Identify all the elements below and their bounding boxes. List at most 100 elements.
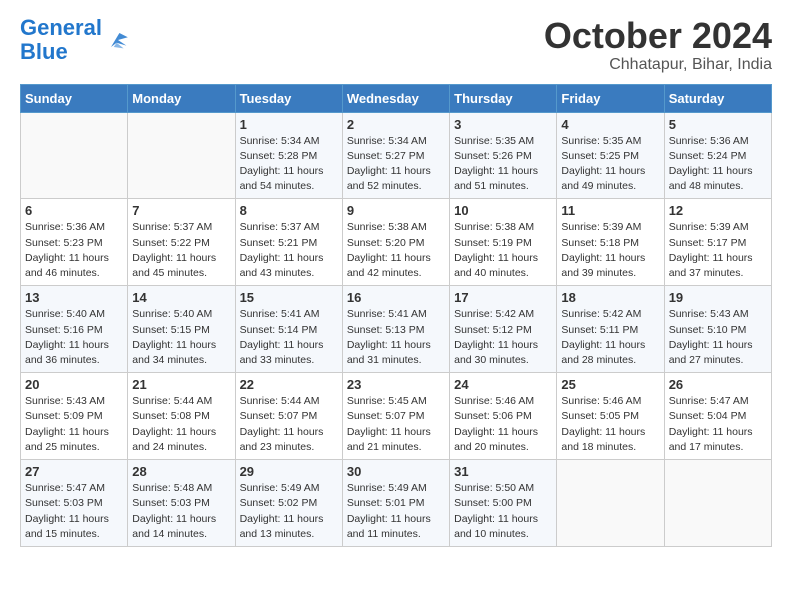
day-info: Sunrise: 5:34 AMSunset: 5:27 PMDaylight:… <box>347 134 445 195</box>
day-info: Sunrise: 5:47 AMSunset: 5:04 PMDaylight:… <box>669 394 767 455</box>
day-info: Sunrise: 5:34 AMSunset: 5:28 PMDaylight:… <box>240 134 338 195</box>
calendar-cell: 29 Sunrise: 5:49 AMSunset: 5:02 PMDayligh… <box>235 460 342 547</box>
day-number: 23 <box>347 377 445 392</box>
calendar-cell <box>557 460 664 547</box>
calendar-cell: 30Sunrise: 5:49 AMSunset: 5:01 PMDayligh… <box>342 460 449 547</box>
day-number: 5 <box>669 117 767 132</box>
day-number: 10 <box>454 203 552 218</box>
calendar-header: Sunday Monday Tuesday Wednesday Thursday… <box>21 84 772 112</box>
day-number: 9 <box>347 203 445 218</box>
col-monday: Monday <box>128 84 235 112</box>
day-info: Sunrise: 5:44 AMSunset: 5:08 PMDaylight:… <box>132 394 230 455</box>
day-number: 14 <box>132 290 230 305</box>
calendar-cell: 12 Sunrise: 5:39 AMSunset: 5:17 PMDayligh… <box>664 199 771 286</box>
calendar-cell <box>21 112 128 199</box>
day-number: 24 <box>454 377 552 392</box>
calendar-cell: 13 Sunrise: 5:40 AMSunset: 5:16 PMDayligh… <box>21 286 128 373</box>
day-info: Sunrise: 5:41 AMSunset: 5:14 PMDaylight:… <box>240 307 338 368</box>
day-info: Sunrise: 5:46 AMSunset: 5:06 PMDaylight:… <box>454 394 552 455</box>
day-number: 29 <box>240 464 338 479</box>
calendar-cell: 14 Sunrise: 5:40 AMSunset: 5:15 PMDayligh… <box>128 286 235 373</box>
day-info: Sunrise: 5:35 AMSunset: 5:25 PMDaylight:… <box>561 134 659 195</box>
header: General Blue October 2024 Chhatapur, Bih… <box>20 16 772 74</box>
calendar-cell: 19Sunrise: 5:43 AMSunset: 5:10 PMDayligh… <box>664 286 771 373</box>
calendar-cell: 17Sunrise: 5:42 AMSunset: 5:12 PMDayligh… <box>450 286 557 373</box>
calendar-cell: 10Sunrise: 5:38 AMSunset: 5:19 PMDayligh… <box>450 199 557 286</box>
day-number: 25 <box>561 377 659 392</box>
day-info: Sunrise: 5:36 AMSunset: 5:23 PMDaylight:… <box>25 220 123 281</box>
calendar-cell: 25 Sunrise: 5:46 AMSunset: 5:05 PMDayligh… <box>557 373 664 460</box>
page: General Blue October 2024 Chhatapur, Bih… <box>0 0 792 612</box>
calendar-cell: 2 Sunrise: 5:34 AMSunset: 5:27 PMDaylight… <box>342 112 449 199</box>
col-thursday: Thursday <box>450 84 557 112</box>
day-number: 18 <box>561 290 659 305</box>
logo-text: General Blue <box>20 16 102 64</box>
calendar-cell: 31Sunrise: 5:50 AMSunset: 5:00 PMDayligh… <box>450 460 557 547</box>
calendar-cell: 20Sunrise: 5:43 AMSunset: 5:09 PMDayligh… <box>21 373 128 460</box>
day-info: Sunrise: 5:36 AMSunset: 5:24 PMDaylight:… <box>669 134 767 195</box>
day-info: Sunrise: 5:35 AMSunset: 5:26 PMDaylight:… <box>454 134 552 195</box>
calendar-cell: 28 Sunrise: 5:48 AMSunset: 5:03 PMDayligh… <box>128 460 235 547</box>
day-number: 4 <box>561 117 659 132</box>
main-title: October 2024 <box>544 16 772 56</box>
day-number: 8 <box>240 203 338 218</box>
calendar-cell: 5 Sunrise: 5:36 AMSunset: 5:24 PMDaylight… <box>664 112 771 199</box>
day-number: 22 <box>240 377 338 392</box>
week-row-5: 27 Sunrise: 5:47 AMSunset: 5:03 PMDayligh… <box>21 460 772 547</box>
day-number: 6 <box>25 203 123 218</box>
calendar-cell: 7Sunrise: 5:37 AMSunset: 5:22 PMDaylight… <box>128 199 235 286</box>
calendar-body: 1 Sunrise: 5:34 AMSunset: 5:28 PMDaylight… <box>21 112 772 546</box>
week-row-4: 20Sunrise: 5:43 AMSunset: 5:09 PMDayligh… <box>21 373 772 460</box>
calendar-cell: 27 Sunrise: 5:47 AMSunset: 5:03 PMDayligh… <box>21 460 128 547</box>
calendar-table: Sunday Monday Tuesday Wednesday Thursday… <box>20 84 772 547</box>
day-number: 26 <box>669 377 767 392</box>
day-info: Sunrise: 5:45 AMSunset: 5:07 PMDaylight:… <box>347 394 445 455</box>
day-number: 27 <box>25 464 123 479</box>
day-number: 3 <box>454 117 552 132</box>
day-info: Sunrise: 5:37 AMSunset: 5:21 PMDaylight:… <box>240 220 338 281</box>
day-number: 12 <box>669 203 767 218</box>
col-sunday: Sunday <box>21 84 128 112</box>
day-info: Sunrise: 5:44 AMSunset: 5:07 PMDaylight:… <box>240 394 338 455</box>
col-wednesday: Wednesday <box>342 84 449 112</box>
day-info: Sunrise: 5:46 AMSunset: 5:05 PMDaylight:… <box>561 394 659 455</box>
day-info: Sunrise: 5:47 AMSunset: 5:03 PMDaylight:… <box>25 481 123 542</box>
calendar-cell <box>664 460 771 547</box>
calendar-cell: 6 Sunrise: 5:36 AMSunset: 5:23 PMDaylight… <box>21 199 128 286</box>
calendar-cell: 9 Sunrise: 5:38 AMSunset: 5:20 PMDaylight… <box>342 199 449 286</box>
day-number: 15 <box>240 290 338 305</box>
calendar-cell: 11 Sunrise: 5:39 AMSunset: 5:18 PMDayligh… <box>557 199 664 286</box>
title-block: October 2024 Chhatapur, Bihar, India <box>544 16 772 74</box>
calendar-cell: 22 Sunrise: 5:44 AMSunset: 5:07 PMDayligh… <box>235 373 342 460</box>
calendar-cell: 3 Sunrise: 5:35 AMSunset: 5:26 PMDaylight… <box>450 112 557 199</box>
day-number: 11 <box>561 203 659 218</box>
day-number: 21 <box>132 377 230 392</box>
logo: General Blue <box>20 16 132 64</box>
day-info: Sunrise: 5:43 AMSunset: 5:09 PMDaylight:… <box>25 394 123 455</box>
day-info: Sunrise: 5:40 AMSunset: 5:16 PMDaylight:… <box>25 307 123 368</box>
calendar-cell <box>128 112 235 199</box>
day-number: 1 <box>240 117 338 132</box>
calendar-cell: 26 Sunrise: 5:47 AMSunset: 5:04 PMDayligh… <box>664 373 771 460</box>
day-number: 28 <box>132 464 230 479</box>
week-row-3: 13 Sunrise: 5:40 AMSunset: 5:16 PMDayligh… <box>21 286 772 373</box>
day-number: 2 <box>347 117 445 132</box>
day-number: 31 <box>454 464 552 479</box>
day-info: Sunrise: 5:39 AMSunset: 5:17 PMDaylight:… <box>669 220 767 281</box>
day-info: Sunrise: 5:39 AMSunset: 5:18 PMDaylight:… <box>561 220 659 281</box>
calendar-cell: 1 Sunrise: 5:34 AMSunset: 5:28 PMDaylight… <box>235 112 342 199</box>
day-number: 16 <box>347 290 445 305</box>
calendar-cell: 8 Sunrise: 5:37 AMSunset: 5:21 PMDaylight… <box>235 199 342 286</box>
day-info: Sunrise: 5:38 AMSunset: 5:20 PMDaylight:… <box>347 220 445 281</box>
day-info: Sunrise: 5:42 AMSunset: 5:11 PMDaylight:… <box>561 307 659 368</box>
col-saturday: Saturday <box>664 84 771 112</box>
day-info: Sunrise: 5:49 AMSunset: 5:02 PMDaylight:… <box>240 481 338 542</box>
week-row-1: 1 Sunrise: 5:34 AMSunset: 5:28 PMDaylight… <box>21 112 772 199</box>
day-info: Sunrise: 5:48 AMSunset: 5:03 PMDaylight:… <box>132 481 230 542</box>
day-info: Sunrise: 5:42 AMSunset: 5:12 PMDaylight:… <box>454 307 552 368</box>
logo-general: General <box>20 15 102 40</box>
day-info: Sunrise: 5:40 AMSunset: 5:15 PMDaylight:… <box>132 307 230 368</box>
day-number: 13 <box>25 290 123 305</box>
calendar-cell: 21 Sunrise: 5:44 AMSunset: 5:08 PMDayligh… <box>128 373 235 460</box>
day-info: Sunrise: 5:37 AMSunset: 5:22 PMDaylight:… <box>132 220 230 281</box>
